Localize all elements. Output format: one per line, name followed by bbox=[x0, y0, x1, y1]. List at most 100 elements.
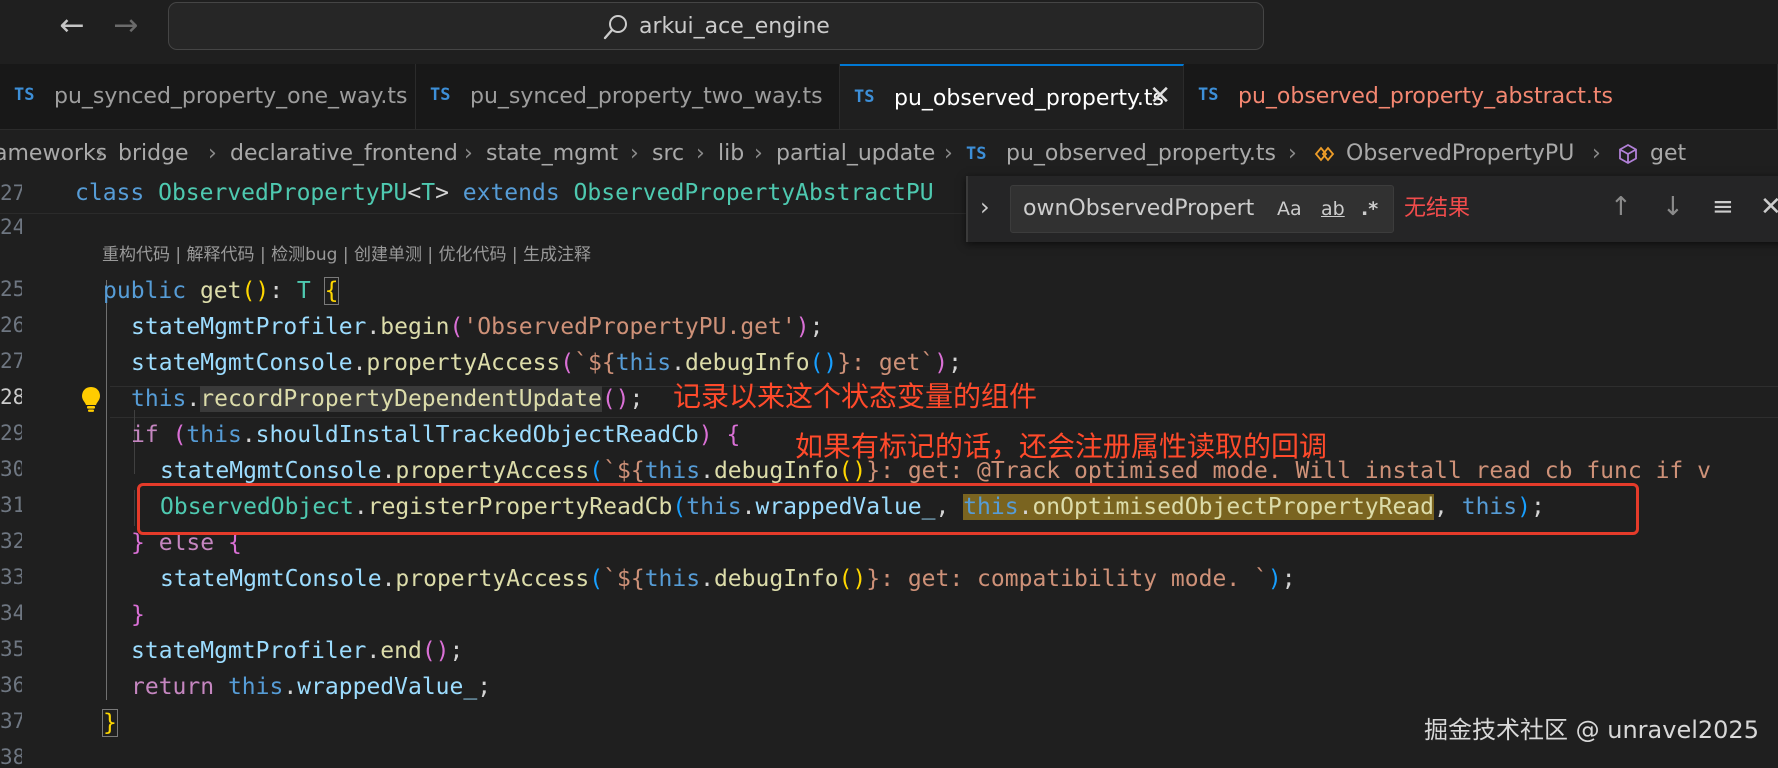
identifier: stateMgmtConsole bbox=[131, 350, 353, 376]
tab-pu-observed-property[interactable]: TS pu_observed_property.ts ✕ bbox=[840, 64, 1184, 129]
punct: ( bbox=[241, 278, 256, 304]
tab-pu-synced-property-one-way[interactable]: TS pu_synced_property_one_way.ts bbox=[0, 64, 416, 129]
punct: () bbox=[601, 386, 630, 412]
breadcrumb-item[interactable]: src bbox=[652, 134, 684, 174]
punct: ( bbox=[172, 422, 187, 448]
typescript-file-icon: TS bbox=[966, 144, 987, 164]
class-symbol-icon bbox=[1314, 146, 1335, 162]
breadcrumb-item[interactable]: state_mgmt bbox=[486, 134, 618, 174]
line-number: 34 bbox=[0, 601, 22, 625]
identifier: stateMgmtConsole bbox=[160, 458, 382, 484]
arrow-right-icon[interactable]: → bbox=[106, 6, 146, 46]
editor-tab-bar: TS pu_synced_property_one_way.ts TS pu_s… bbox=[0, 64, 1778, 130]
class-name: ObservedPropertyAbstractPU bbox=[573, 180, 934, 206]
sticky-scroll-class-header[interactable]: class ObservedPropertyPU<T> extends Obse… bbox=[75, 178, 934, 208]
method-name: propertyAccess bbox=[395, 458, 590, 484]
chevron-right-icon: › bbox=[944, 141, 953, 166]
find-result-status: 无结果 bbox=[1404, 196, 1471, 221]
punct: } bbox=[131, 602, 145, 628]
punct: : bbox=[269, 278, 297, 304]
line-number: 25 bbox=[0, 277, 22, 301]
punct: ; bbox=[449, 638, 464, 664]
chevron-right-icon: › bbox=[754, 141, 763, 166]
find-in-selection-icon[interactable]: ≡ bbox=[1712, 192, 1734, 222]
punct: ) bbox=[255, 278, 270, 304]
tab-pu-observed-property-abstract[interactable]: TS pu_observed_property_abstract.ts bbox=[1184, 64, 1778, 129]
close-icon[interactable]: ✕ bbox=[1760, 192, 1778, 222]
chevron-right-icon: › bbox=[208, 141, 217, 166]
codelens-actions[interactable]: 重构代码 | 解释代码 | 检测bug | 创建单测 | 优化代码 | 生成注释 bbox=[102, 242, 591, 268]
punct: . bbox=[671, 350, 685, 376]
typescript-file-icon: TS bbox=[430, 85, 451, 105]
breadcrumb-method[interactable]: get bbox=[1650, 134, 1686, 174]
indent-guide bbox=[134, 490, 135, 526]
keyword: this bbox=[131, 386, 187, 412]
lightbulb-icon[interactable] bbox=[78, 385, 104, 413]
string: `${ bbox=[603, 566, 645, 592]
code-line-34: } bbox=[131, 600, 145, 630]
arrow-left-icon[interactable]: ← bbox=[52, 6, 92, 46]
code-editor[interactable]: 27 24 25 26 27 28 29 30 31 32 33 34 35 3… bbox=[0, 176, 1778, 768]
identifier: stateMgmtProfiler bbox=[131, 638, 367, 664]
tab-pu-synced-property-two-way[interactable]: TS pu_synced_property_two_way.ts bbox=[416, 64, 840, 129]
punct: { bbox=[726, 422, 741, 448]
string: }: get` bbox=[837, 350, 935, 376]
line-number: 28 bbox=[0, 385, 22, 409]
arrow-down-icon[interactable]: ↓ bbox=[1662, 192, 1684, 222]
punct: . bbox=[381, 566, 396, 592]
breadcrumb-item[interactable]: declarative_frontend bbox=[230, 134, 458, 174]
punct: ) bbox=[1267, 566, 1282, 592]
chevron-right-icon[interactable]: › bbox=[980, 192, 990, 222]
find-query[interactable]: ownObservedPropert bbox=[1023, 194, 1267, 224]
punct: . bbox=[366, 314, 381, 340]
tab-label: pu_observed_property.ts bbox=[894, 86, 1165, 111]
punct: ) bbox=[698, 422, 713, 448]
punct: ; bbox=[477, 674, 492, 700]
class-name: ObservedPropertyPU bbox=[158, 180, 408, 206]
arrow-up-icon[interactable]: ↑ bbox=[1610, 192, 1632, 222]
keyword: class bbox=[75, 180, 159, 206]
regex-toggle[interactable]: .* bbox=[1361, 194, 1378, 224]
find-input[interactable]: ownObservedPropert Aa ab .* bbox=[1010, 185, 1394, 233]
identifier: wrappedValue_ bbox=[297, 674, 478, 700]
breadcrumb-item[interactable]: ameworks bbox=[0, 134, 107, 174]
tab-label: pu_synced_property_one_way.ts bbox=[54, 84, 408, 109]
title-bar: ← → arkui_ace_engine bbox=[0, 0, 1778, 54]
whole-word-toggle[interactable]: ab bbox=[1321, 194, 1345, 224]
line-number: 24 bbox=[0, 215, 22, 239]
breadcrumb-item[interactable]: lib bbox=[718, 134, 744, 174]
keyword: return bbox=[131, 674, 215, 700]
annotation-note-1: 记录以来这个状态变量的组件 bbox=[673, 380, 1038, 413]
method-name: debugInfo bbox=[713, 566, 839, 592]
line-number: 27 bbox=[0, 181, 22, 205]
punct: ) bbox=[934, 350, 949, 376]
match-case-toggle[interactable]: Aa bbox=[1277, 194, 1302, 224]
punct: < bbox=[407, 180, 422, 206]
breadcrumb-item[interactable]: bridge bbox=[118, 134, 189, 174]
chevron-right-icon: › bbox=[1592, 141, 1601, 166]
breadcrumb-item[interactable]: partial_update bbox=[776, 134, 935, 174]
close-icon[interactable]: ✕ bbox=[1149, 81, 1171, 111]
line-number: 38 bbox=[0, 745, 22, 768]
typescript-file-icon: TS bbox=[14, 85, 35, 105]
punct: ; bbox=[809, 314, 824, 340]
punct: > bbox=[435, 180, 449, 206]
identifier: shouldInstallTrackedObjectReadCb bbox=[255, 422, 699, 448]
method-name: recordPropertyDependentUpdate bbox=[200, 386, 602, 412]
punct: ; bbox=[629, 386, 644, 412]
punct: () bbox=[809, 350, 838, 376]
breadcrumb-class[interactable]: ObservedPropertyPU bbox=[1346, 134, 1574, 174]
line-number: 27 bbox=[0, 349, 22, 373]
chevron-right-icon: › bbox=[464, 141, 473, 166]
punct: . bbox=[352, 350, 367, 376]
line-number: 36 bbox=[0, 673, 22, 697]
punct: . bbox=[186, 386, 201, 412]
command-center-search[interactable]: arkui_ace_engine bbox=[168, 2, 1264, 50]
line-number: 33 bbox=[0, 565, 22, 589]
breadcrumb: ameworks › bridge › declarative_frontend… bbox=[0, 134, 1778, 174]
tab-label: pu_synced_property_two_way.ts bbox=[470, 84, 823, 109]
breadcrumb-file[interactable]: pu_observed_property.ts bbox=[1006, 134, 1276, 174]
code-line-27: stateMgmtConsole.propertyAccess(`${this.… bbox=[131, 348, 962, 378]
chevron-right-icon: › bbox=[630, 141, 639, 166]
